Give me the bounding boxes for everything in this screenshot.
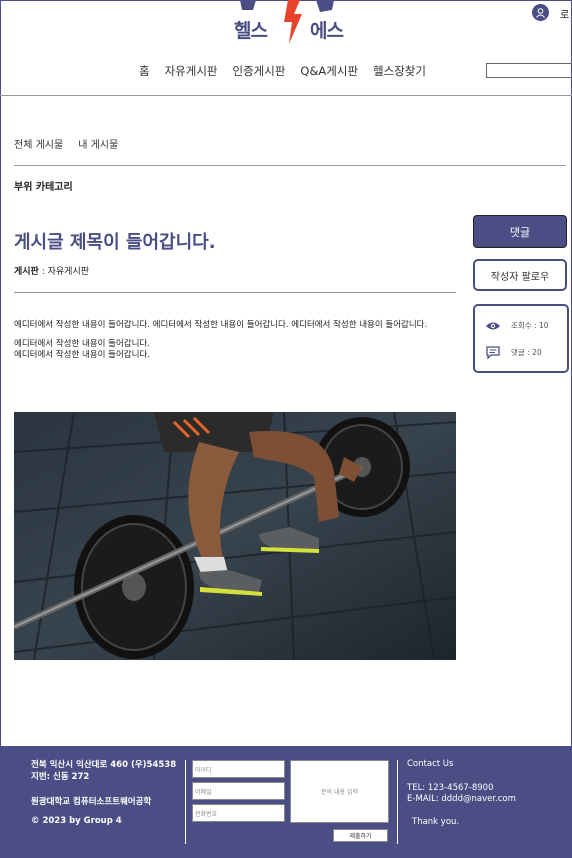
- search-input[interactable]: [486, 63, 572, 78]
- login-link[interactable]: 로: [560, 6, 569, 21]
- board-info: 게시판 : 자유게시판: [14, 264, 89, 277]
- footer-divider: [185, 760, 186, 844]
- follow-author-button[interactable]: 작성자 팔로우: [473, 259, 567, 291]
- comment-count-text: 댓글 : 20: [511, 348, 542, 357]
- user-icon[interactable]: [532, 4, 549, 21]
- site-footer: 전북 익산시 익산대로 460 (우)54538 지번: 신동 272 원광대학…: [0, 746, 572, 858]
- footer-address: 전북 익산시 익산대로 460 (우)54538 지번: 신동 272: [31, 759, 176, 783]
- post-tabs: 전체 게시물 내 게시물: [14, 136, 133, 151]
- address-line-1: 전북 익산시 익산대로 460 (우)54538: [31, 760, 177, 770]
- board-label: 게시판: [14, 267, 39, 277]
- footer-email-field[interactable]: 이메일: [192, 782, 285, 800]
- contact-details: TEL: 123-4567-8900 E-MAIL: dddd@naver.co…: [407, 783, 516, 805]
- contact-title: Contact Us: [407, 759, 454, 769]
- nav-free-board[interactable]: 자유게시판: [165, 63, 218, 79]
- nav-find-gym[interactable]: 헬스장찾기: [373, 63, 426, 79]
- header-divider: [0, 95, 572, 96]
- title-divider: [14, 292, 456, 293]
- footer-submit-button[interactable]: 제출하기: [333, 829, 388, 842]
- content-paragraph: 에디터에서 작성한 내용이 들어갑니다.: [14, 350, 150, 360]
- body-part-category[interactable]: 부위 카테고리: [14, 178, 73, 193]
- nav-home[interactable]: 홈: [139, 63, 150, 79]
- post-image: [14, 412, 456, 660]
- board-value: : 자유게시판: [38, 267, 89, 277]
- logo-text-right: 에스: [310, 20, 344, 42]
- footer-id-field[interactable]: 아이디: [192, 760, 285, 778]
- footer-thanks: Thank you.: [412, 817, 460, 827]
- footer-university: 원광대학교 컴퓨터소프트웨어공학: [31, 797, 152, 807]
- post-content: 에디터에서 작성한 내용이 들어갑니다. 에디터에서 작성한 내용이 들어갑니다…: [14, 320, 456, 361]
- view-count-text: 조회수 : 10: [511, 321, 549, 330]
- nav-qna-board[interactable]: Q&A게시판: [300, 63, 358, 79]
- logo-text-left: 헬스: [234, 20, 268, 42]
- main-nav: 홈 자유게시판 인증게시판 Q&A게시판 헬스장찾기: [139, 63, 441, 79]
- contact-tel: TEL: 123-4567-8900: [407, 783, 494, 793]
- comment-count: 댓글 : 20: [485, 346, 542, 359]
- post-stats: 조회수 : 10 댓글 : 20: [473, 304, 569, 373]
- post-title: 게시글 제목이 들어갑니다.: [14, 232, 216, 253]
- eye-icon: [485, 321, 501, 331]
- contact-email: E-MAIL: dddd@naver.com: [407, 794, 516, 804]
- footer-divider: [397, 760, 398, 844]
- tab-all-posts[interactable]: 전체 게시물: [14, 136, 63, 151]
- comment-icon: [485, 346, 501, 359]
- footer-copyright: © 2023 by Group 4: [31, 816, 122, 826]
- footer-inquiry-field[interactable]: 문의 내용 입력: [290, 760, 389, 823]
- site-logo[interactable]: 헬스 에스: [228, 0, 358, 46]
- content-paragraph: 에디터에서 작성한 내용이 들어갑니다.: [14, 339, 150, 349]
- footer-phone-field[interactable]: 전화번호: [192, 804, 285, 822]
- content-paragraph: 에디터에서 작성한 내용이 들어갑니다. 에디터에서 작성한 내용이 들어갑니다…: [14, 320, 428, 330]
- view-count: 조회수 : 10: [485, 320, 549, 331]
- logo-arm-left-icon: [240, 0, 256, 10]
- comment-button[interactable]: 댓글: [473, 215, 567, 248]
- lightning-bolt-icon: [284, 0, 302, 44]
- tab-my-posts[interactable]: 내 게시물: [78, 136, 118, 151]
- logo-arm-right-icon: [316, 0, 334, 12]
- address-line-2: 지번: 신동 272: [31, 772, 90, 782]
- tabs-divider: [14, 165, 566, 166]
- nav-cert-board[interactable]: 인증게시판: [233, 63, 286, 79]
